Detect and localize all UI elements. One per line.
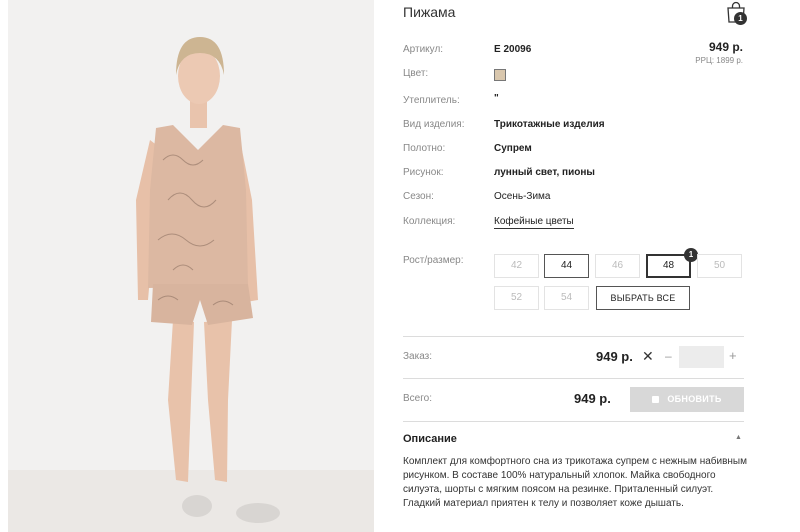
type-value: Трикотажные изделия [494,119,605,130]
size-option-46: 46 [595,254,640,278]
fabric-value: Супрем [494,143,532,154]
collapse-caret-icon[interactable]: ▲ [735,434,742,441]
total-label: Всего: [403,393,432,404]
quantity-increase-button[interactable]: + [729,348,737,363]
size-label: Рост/размер: [403,255,464,266]
season-value: Осень-Зима [494,191,551,202]
quantity-decrease-button[interactable]: – [665,349,672,363]
size-option-54: 54 [544,286,589,310]
quantity-input[interactable] [679,346,724,368]
insulation-label: Утеплитель: [403,95,460,106]
pattern-value: лунный свет, пионы [494,167,595,178]
recommended-price: РРЦ: 1899 р. [695,56,743,65]
article-label: Артикул: [403,44,444,55]
product-title: Пижама [403,4,456,20]
model-image [8,0,374,532]
select-all-button[interactable]: ВЫБРАТЬ ВСЕ [596,286,690,310]
remove-icon[interactable]: ✕ [642,348,654,365]
description-title[interactable]: Описание [403,433,457,445]
divider [403,336,744,337]
update-button-label: ОБНОВИТЬ [667,394,722,404]
type-label: Вид изделия: [403,119,465,130]
divider [403,378,744,379]
color-label: Цвет: [403,68,429,79]
size-option-52: 52 [494,286,539,310]
size-option-50: 50 [697,254,742,278]
size-option-42: 42 [494,254,539,278]
collection-label: Коллекция: [403,216,456,227]
total-price: 949 р. [574,391,611,406]
order-label: Заказ: [403,351,433,362]
insulation-value: " [494,93,499,104]
fabric-label: Полотно: [403,143,446,154]
description-text: Комплект для комфортного сна из трикотаж… [403,456,747,509]
cart-count-badge: 1 [734,12,747,25]
update-button[interactable]: ОБНОВИТЬ [630,387,744,412]
season-label: Сезон: [403,191,434,202]
pattern-label: Рисунок: [403,167,444,178]
divider [403,421,744,422]
product-price: 949 р. [708,40,743,54]
cart-small-icon [652,395,660,403]
product-photo [8,0,374,532]
collection-link[interactable]: Кофейные цветы [494,216,574,229]
size-option-44[interactable]: 44 [544,254,589,278]
size-quantity-badge: 1 [684,248,698,262]
article-value: Е 20096 [494,44,532,55]
color-swatch[interactable] [494,69,506,81]
order-price: 949 р. [596,349,633,364]
